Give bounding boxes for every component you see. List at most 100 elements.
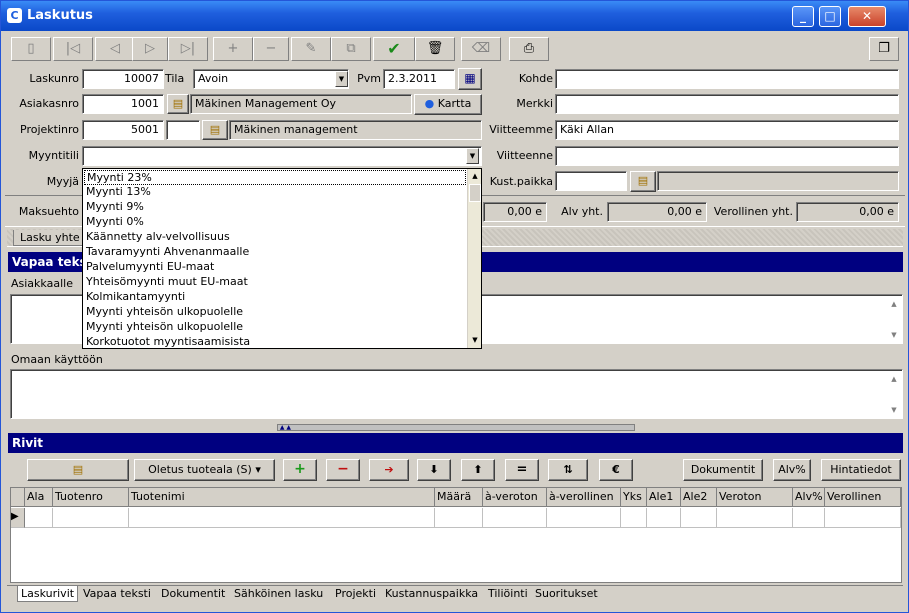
copy-record-button[interactable]: ⧉ (331, 37, 371, 61)
grid-cell[interactable] (825, 508, 901, 528)
laskunro-field[interactable]: 10007 (82, 69, 164, 89)
dropdown-scroll-thumb[interactable] (469, 184, 481, 202)
edit-pencil-icon[interactable]: ✎ (291, 37, 331, 61)
grid-cell[interactable] (483, 508, 547, 528)
tab-kustannuspaikka[interactable]: Kustannuspaikka (385, 587, 478, 600)
rivit-grid[interactable]: Ala Tuotenro Tuotenimi Määrä à-veroton à… (10, 487, 902, 583)
dropdown-option[interactable]: Myynti yhteisön ulkopuolelle (86, 305, 243, 318)
sort-icon[interactable]: ⇅ (548, 459, 588, 481)
column-header[interactable]: Ale1 (647, 488, 681, 507)
last-record-button[interactable]: ▷| (168, 37, 208, 61)
tila-dropdown-arrow-icon[interactable]: ▼ (335, 71, 348, 87)
kohde-field[interactable] (555, 69, 899, 89)
grid-cell[interactable] (647, 508, 681, 528)
myyntitili-select[interactable] (82, 146, 482, 166)
clear-eraser-icon[interactable]: ⌫ (461, 37, 501, 61)
next-record-button[interactable]: ▷ (132, 37, 168, 61)
pvm-field[interactable]: 2.3.2011 (383, 69, 455, 89)
dropdown-option[interactable]: Käännetty alv-velvollisuus (86, 230, 230, 243)
grid-cell[interactable] (793, 508, 825, 528)
tab-suoritukset[interactable]: Suoritukset (535, 587, 598, 600)
kustpaikka-field[interactable] (555, 171, 627, 191)
dropdown-option[interactable]: Tavaramyynti Ahvenanmaalle (86, 245, 249, 258)
customer-browse-folder-icon[interactable]: ▤ (167, 94, 189, 114)
tila-select[interactable]: Avoin (193, 69, 349, 89)
kartta-button[interactable]: ● Kartta (414, 94, 482, 115)
print-icon[interactable]: ⎙ (509, 37, 549, 61)
dropdown-scrollbar[interactable]: ▲ ▼ (467, 169, 481, 348)
move-up-icon[interactable]: ⬆ (461, 459, 495, 481)
rivit-browse-folder-icon[interactable]: ▤ (27, 459, 129, 481)
maximize-button[interactable]: □ (819, 6, 841, 27)
oletus-tuoteala-dropdown[interactable]: Oletus tuoteala (S) ▾ (134, 459, 275, 481)
merkki-field[interactable] (555, 94, 899, 114)
minimize-button[interactable]: _ (792, 6, 814, 27)
previous-record-button[interactable]: ◁ (95, 37, 135, 61)
asiakasnro-field[interactable]: 1001 (82, 94, 164, 114)
tab-tiliointi[interactable]: Tiliöinti (488, 587, 528, 600)
column-header[interactable]: Veroton (717, 488, 793, 507)
equals-button[interactable]: = (505, 459, 539, 481)
dropdown-option[interactable]: Myynti 13% (86, 185, 151, 198)
calendar-icon[interactable]: ▦ (458, 68, 482, 90)
tab-vapaa-teksti[interactable]: Vapaa teksti (83, 587, 151, 600)
kustpaikka-browse-folder-icon[interactable]: ▤ (630, 171, 656, 192)
asiakkaalle-scroll-up-icon[interactable]: ▲ (887, 297, 901, 311)
hintatiedot-button[interactable]: Hintatiedot (821, 459, 901, 481)
project-browse-folder-icon[interactable]: ▤ (202, 120, 228, 140)
dropdown-option[interactable]: Palvelumyynti EU-maat (86, 260, 214, 273)
tab-dokumentit[interactable]: Dokumentit (161, 587, 225, 600)
dropdown-option[interactable]: Myynti 0% (86, 215, 144, 228)
column-header[interactable]: Ala (25, 488, 53, 507)
myyntitili-dropdown-list[interactable]: Myynti 23% Myynti 13% Myynti 9% Myynti 0… (82, 168, 482, 349)
dropdown-option[interactable]: Kolmikantamyynti (86, 290, 185, 303)
column-header[interactable]: Tuotenro (53, 488, 129, 507)
splitter-handle[interactable]: ▲ ▲ (277, 424, 635, 431)
projektinro-field[interactable]: 5001 (82, 120, 164, 140)
grid-cell[interactable] (681, 508, 717, 528)
column-header[interactable]: à-veroton (483, 488, 547, 507)
dropdown-option[interactable]: Myynti yhteisön ulkopuolelle (86, 320, 243, 333)
tab-sahkoinen-lasku[interactable]: Sähköinen lasku (234, 587, 323, 600)
myyntitili-dropdown-arrow-icon[interactable]: ▼ (466, 148, 479, 164)
grid-cell[interactable] (129, 508, 435, 528)
window-list-icon[interactable]: ❐ (869, 37, 899, 61)
grid-cell[interactable] (25, 508, 53, 528)
viitteemme-field[interactable]: Käki Allan (555, 120, 899, 140)
grid-cell[interactable] (621, 508, 647, 528)
column-header[interactable]: Yks (621, 488, 647, 507)
column-header[interactable]: Määrä (435, 488, 483, 507)
dropdown-scroll-up-icon[interactable]: ▲ (468, 169, 482, 183)
copy-row-icon[interactable]: ➔ (369, 459, 409, 481)
dropdown-scroll-down-icon[interactable]: ▼ (468, 333, 482, 347)
dropdown-option[interactable]: Myynti 9% (86, 200, 144, 213)
column-header[interactable]: Tuotenimi (129, 488, 435, 507)
tab-lasku-yhteenveto[interactable]: Lasku yhte (13, 230, 87, 246)
add-row-icon[interactable]: + (283, 459, 317, 481)
add-record-button[interactable]: + (213, 37, 253, 61)
grid-cell[interactable] (53, 508, 129, 528)
alv-button[interactable]: Alv% (773, 459, 811, 481)
euro-button[interactable]: € (599, 459, 633, 481)
column-header[interactable]: à-verollinen (547, 488, 621, 507)
column-header[interactable]: Ale2 (681, 488, 717, 507)
asiakkaalle-scroll-down-icon[interactable]: ▼ (887, 328, 901, 342)
omaan-scroll-down-icon[interactable]: ▼ (887, 403, 901, 417)
move-down-icon[interactable]: ⬇ (417, 459, 451, 481)
remove-record-button[interactable]: − (253, 37, 289, 61)
grid-cell[interactable] (547, 508, 621, 528)
grid-cell[interactable] (435, 508, 483, 528)
dokumentit-button[interactable]: Dokumentit (683, 459, 763, 481)
delete-trash-icon[interactable]: 🗑 (415, 37, 455, 61)
dropdown-option[interactable]: Korkotuotot myyntisaamisista (86, 335, 250, 348)
dropdown-option[interactable]: Yhteisömyynti muut EU-maat (86, 275, 248, 288)
remove-row-icon[interactable]: − (326, 459, 360, 481)
save-check-icon[interactable]: ✔ (373, 37, 415, 61)
column-header[interactable]: Verollinen (825, 488, 901, 507)
projekti-subfield[interactable] (166, 120, 200, 140)
column-header[interactable]: Alv% (793, 488, 825, 507)
omaan-scroll-up-icon[interactable]: ▲ (887, 372, 901, 386)
tab-laskurivit[interactable]: Laskurivit (17, 586, 79, 602)
close-button[interactable]: ✕ (848, 6, 886, 27)
omaan-kayttoon-textarea[interactable] (10, 369, 903, 419)
